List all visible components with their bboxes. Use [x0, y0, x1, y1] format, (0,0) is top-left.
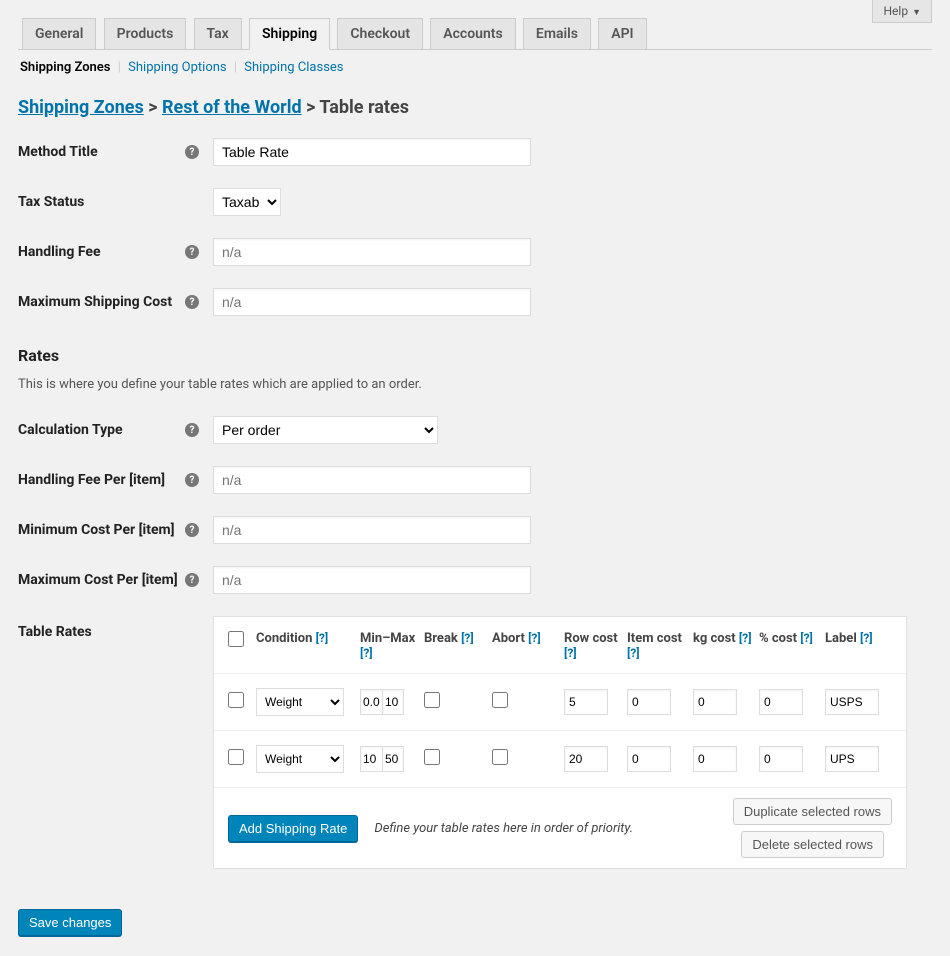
- help-link[interactable]: [?]: [739, 631, 752, 645]
- condition-select[interactable]: Weight: [256, 745, 344, 773]
- label-input[interactable]: [825, 746, 879, 772]
- add-shipping-rate-button[interactable]: Add Shipping Rate: [228, 815, 358, 842]
- tab-api[interactable]: API: [598, 18, 646, 49]
- tab-shipping[interactable]: Shipping: [249, 18, 330, 50]
- save-changes-button[interactable]: Save changes: [18, 909, 122, 936]
- help-icon[interactable]: ?: [185, 573, 199, 587]
- max-input[interactable]: [382, 746, 404, 772]
- kg-cost-input[interactable]: [693, 746, 737, 772]
- tax-status-label: Tax Status: [18, 194, 84, 210]
- row-checkbox[interactable]: [228, 749, 244, 765]
- subnav-shipping-classes[interactable]: Shipping Classes: [244, 60, 343, 75]
- help-link[interactable]: [?]: [528, 631, 541, 645]
- table-header-row: Condition [?] Min–Max [?] Break [?] Abor…: [214, 617, 906, 674]
- help-link[interactable]: [?]: [360, 646, 373, 660]
- abort-checkbox[interactable]: [492, 692, 508, 708]
- table-row: Weight: [214, 674, 906, 731]
- tab-tax[interactable]: Tax: [194, 18, 242, 49]
- duplicate-rows-button[interactable]: Duplicate selected rows: [733, 798, 892, 825]
- pct-cost-input[interactable]: [759, 746, 803, 772]
- help-link[interactable]: [?]: [860, 631, 873, 645]
- breadcrumb-zone-link[interactable]: Rest of the World: [162, 97, 302, 118]
- breadcrumb-current: Table rates: [319, 97, 409, 118]
- item-cost-input[interactable]: [627, 689, 671, 715]
- shipping-subnav: Shipping Zones | Shipping Options | Ship…: [18, 50, 932, 85]
- settings-tabs: General Products Tax Shipping Checkout A…: [18, 0, 932, 50]
- min-cost-item-input[interactable]: [213, 516, 531, 544]
- help-icon[interactable]: ?: [185, 295, 199, 309]
- help-tab[interactable]: Help ▼: [872, 0, 932, 23]
- tab-general[interactable]: General: [22, 18, 96, 49]
- help-link[interactable]: [?]: [564, 646, 577, 660]
- breadcrumb-zones-link[interactable]: Shipping Zones: [18, 97, 144, 118]
- break-checkbox[interactable]: [424, 692, 440, 708]
- min-input[interactable]: [360, 746, 382, 772]
- table-rates-label: Table Rates: [18, 624, 92, 640]
- rates-heading: Rates: [18, 346, 932, 365]
- condition-select[interactable]: Weight: [256, 688, 344, 716]
- help-icon[interactable]: ?: [185, 523, 199, 537]
- abort-checkbox[interactable]: [492, 749, 508, 765]
- kg-cost-input[interactable]: [693, 689, 737, 715]
- table-rates-box: Condition [?] Min–Max [?] Break [?] Abor…: [213, 616, 907, 869]
- help-link[interactable]: [?]: [627, 646, 640, 660]
- rates-desc: This is where you define your table rate…: [18, 377, 932, 392]
- table-row: Weight: [214, 731, 906, 788]
- help-icon[interactable]: ?: [185, 473, 199, 487]
- handling-fee-item-label: Handling Fee Per [item]: [18, 472, 165, 488]
- footer-hint: Define your table rates here in order of…: [374, 821, 732, 836]
- tab-emails[interactable]: Emails: [523, 18, 591, 49]
- handling-fee-item-input[interactable]: [213, 466, 531, 494]
- breadcrumb: Shipping Zones > Rest of the World > Tab…: [18, 97, 932, 118]
- subnav-shipping-options[interactable]: Shipping Options: [128, 60, 226, 75]
- min-input[interactable]: [360, 689, 382, 715]
- help-icon[interactable]: ?: [185, 145, 199, 159]
- max-input[interactable]: [382, 689, 404, 715]
- max-shipping-cost-label: Maximum Shipping Cost: [18, 294, 172, 310]
- max-cost-item-label: Maximum Cost Per [item]: [18, 572, 178, 588]
- calc-type-select[interactable]: Per order: [213, 416, 438, 444]
- subnav-shipping-zones[interactable]: Shipping Zones: [20, 60, 111, 75]
- handling-fee-label: Handling Fee: [18, 244, 101, 260]
- min-cost-item-label: Minimum Cost Per [item]: [18, 522, 175, 538]
- max-cost-item-input[interactable]: [213, 566, 531, 594]
- help-link[interactable]: [?]: [316, 631, 329, 645]
- help-icon[interactable]: ?: [185, 245, 199, 259]
- chevron-down-icon: ▼: [912, 8, 921, 18]
- pct-cost-input[interactable]: [759, 689, 803, 715]
- row-cost-input[interactable]: [564, 746, 608, 772]
- tab-products[interactable]: Products: [104, 18, 187, 49]
- item-cost-input[interactable]: [627, 746, 671, 772]
- label-input[interactable]: [825, 689, 879, 715]
- method-title-label: Method Title: [18, 144, 98, 160]
- method-title-input[interactable]: [213, 138, 531, 166]
- delete-rows-button[interactable]: Delete selected rows: [741, 831, 884, 858]
- row-checkbox[interactable]: [228, 692, 244, 708]
- help-link[interactable]: [?]: [800, 631, 813, 645]
- select-all-checkbox[interactable]: [228, 631, 244, 647]
- row-cost-input[interactable]: [564, 689, 608, 715]
- handling-fee-input[interactable]: [213, 238, 531, 266]
- max-shipping-cost-input[interactable]: [213, 288, 531, 316]
- help-label: Help: [883, 4, 908, 18]
- tax-status-select[interactable]: Taxable: [213, 188, 281, 216]
- calc-type-label: Calculation Type: [18, 422, 123, 438]
- help-link[interactable]: [?]: [461, 631, 474, 645]
- tab-accounts[interactable]: Accounts: [430, 18, 515, 49]
- table-footer: Add Shipping Rate Define your table rate…: [214, 788, 906, 868]
- help-icon[interactable]: ?: [185, 423, 199, 437]
- tab-checkout[interactable]: Checkout: [337, 18, 423, 49]
- break-checkbox[interactable]: [424, 749, 440, 765]
